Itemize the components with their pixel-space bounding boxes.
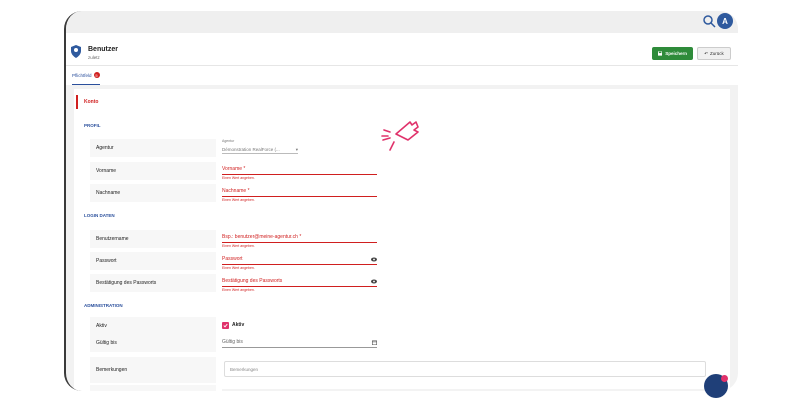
chat-notification-badge xyxy=(721,375,728,382)
back-button[interactable]: ↶ Zurück xyxy=(697,47,731,60)
passwort-error: Einen Wert angeben. xyxy=(222,266,255,270)
passwort-bestaetigung-input[interactable]: Bestätigung des Passworts xyxy=(222,278,377,287)
label-benutzername: Benutzername xyxy=(90,230,216,248)
save-button[interactable]: Speichern xyxy=(652,47,693,60)
label-bemerkungen: Bemerkungen xyxy=(90,357,216,383)
tab-label: Pflichtfeld xyxy=(72,72,92,78)
label-aktiv: Aktiv xyxy=(90,317,216,335)
nachname-input[interactable]: Nachname * xyxy=(222,188,377,197)
back-arrow-icon: ↶ xyxy=(704,50,708,56)
label-passwort: Passwort xyxy=(90,252,216,270)
vorname-input[interactable]: Vorname * xyxy=(222,166,377,175)
benutzername-error: Einen Wert angeben. xyxy=(222,244,255,248)
gueltig-bis-input[interactable]: Gültig bis xyxy=(222,339,377,348)
search-icon[interactable] xyxy=(702,14,716,28)
user-shield-icon xyxy=(71,45,81,58)
passwort-input[interactable]: Passwort xyxy=(222,256,377,265)
section-title-administration: ADMINISTRATION xyxy=(84,303,123,308)
passwort-placeholder: Passwort xyxy=(222,256,243,262)
label-agentur: Agentur xyxy=(90,139,216,157)
avatar[interactable]: A xyxy=(717,13,733,29)
label-passwort-bestaetigung: Bestätigung des Passworts xyxy=(90,274,216,292)
agentur-field-label: Agentur xyxy=(222,139,235,143)
tab-error-badge: 5 xyxy=(93,72,100,78)
agentur-select[interactable]: Démonstration RealForce (... ▾ xyxy=(222,146,298,154)
click-hand-icon xyxy=(381,121,419,151)
passwort-bestaetigung-placeholder: Bestätigung des Passworts xyxy=(222,278,283,284)
calendar-icon[interactable] xyxy=(372,340,377,345)
check-icon xyxy=(223,323,228,328)
bemerkungen-textarea[interactable]: Bemerkungen xyxy=(224,361,706,377)
aktiv-checkbox-label: Aktiv xyxy=(232,322,245,328)
top-bar: A xyxy=(66,11,738,33)
passwort-bestaetigung-error: Einen Wert angeben. xyxy=(222,288,255,292)
gueltig-bis-placeholder: Gültig bis xyxy=(222,339,243,345)
save-icon xyxy=(658,51,663,56)
tab-bar: Pflichtfeld 5 xyxy=(66,65,738,85)
page-header: Benutzer zuletz Speichern ↶ Zurück xyxy=(66,33,738,65)
section-title-login: LOGIN DATEN xyxy=(84,213,115,218)
page-title: Benutzer xyxy=(88,46,118,53)
label-nachname: Nachname xyxy=(90,184,216,202)
eye-icon[interactable] xyxy=(371,257,377,262)
back-button-label: Zurück xyxy=(710,51,724,56)
benutzername-input[interactable]: Bsp.: benutzer@meine-agentur.ch * xyxy=(222,234,377,243)
agentur-selected-value: Démonstration RealForce (... xyxy=(222,147,280,152)
save-button-label: Speichern xyxy=(665,51,687,56)
app-window: A Benutzer zuletz Speichern ↶ Zurück Pfl… xyxy=(64,11,738,391)
bottom-strip xyxy=(222,389,708,391)
label-vorname: Vorname xyxy=(90,162,216,180)
label-empty-row xyxy=(90,385,216,391)
chevron-down-icon: ▾ xyxy=(295,146,298,152)
section-heading-konto: Konto xyxy=(76,95,98,109)
aktiv-checkbox[interactable] xyxy=(222,322,229,329)
label-gueltig-bis: Gültig bis xyxy=(90,334,216,352)
page-subtitle: zuletz xyxy=(88,55,100,60)
vorname-error: Einen Wert angeben. xyxy=(222,176,255,180)
section-title-profil: PROFIL xyxy=(84,123,101,128)
eye-icon[interactable] xyxy=(371,279,377,284)
nachname-error: Einen Wert angeben. xyxy=(222,198,255,202)
tab-pflichtfeld[interactable]: Pflichtfeld 5 xyxy=(72,66,100,85)
